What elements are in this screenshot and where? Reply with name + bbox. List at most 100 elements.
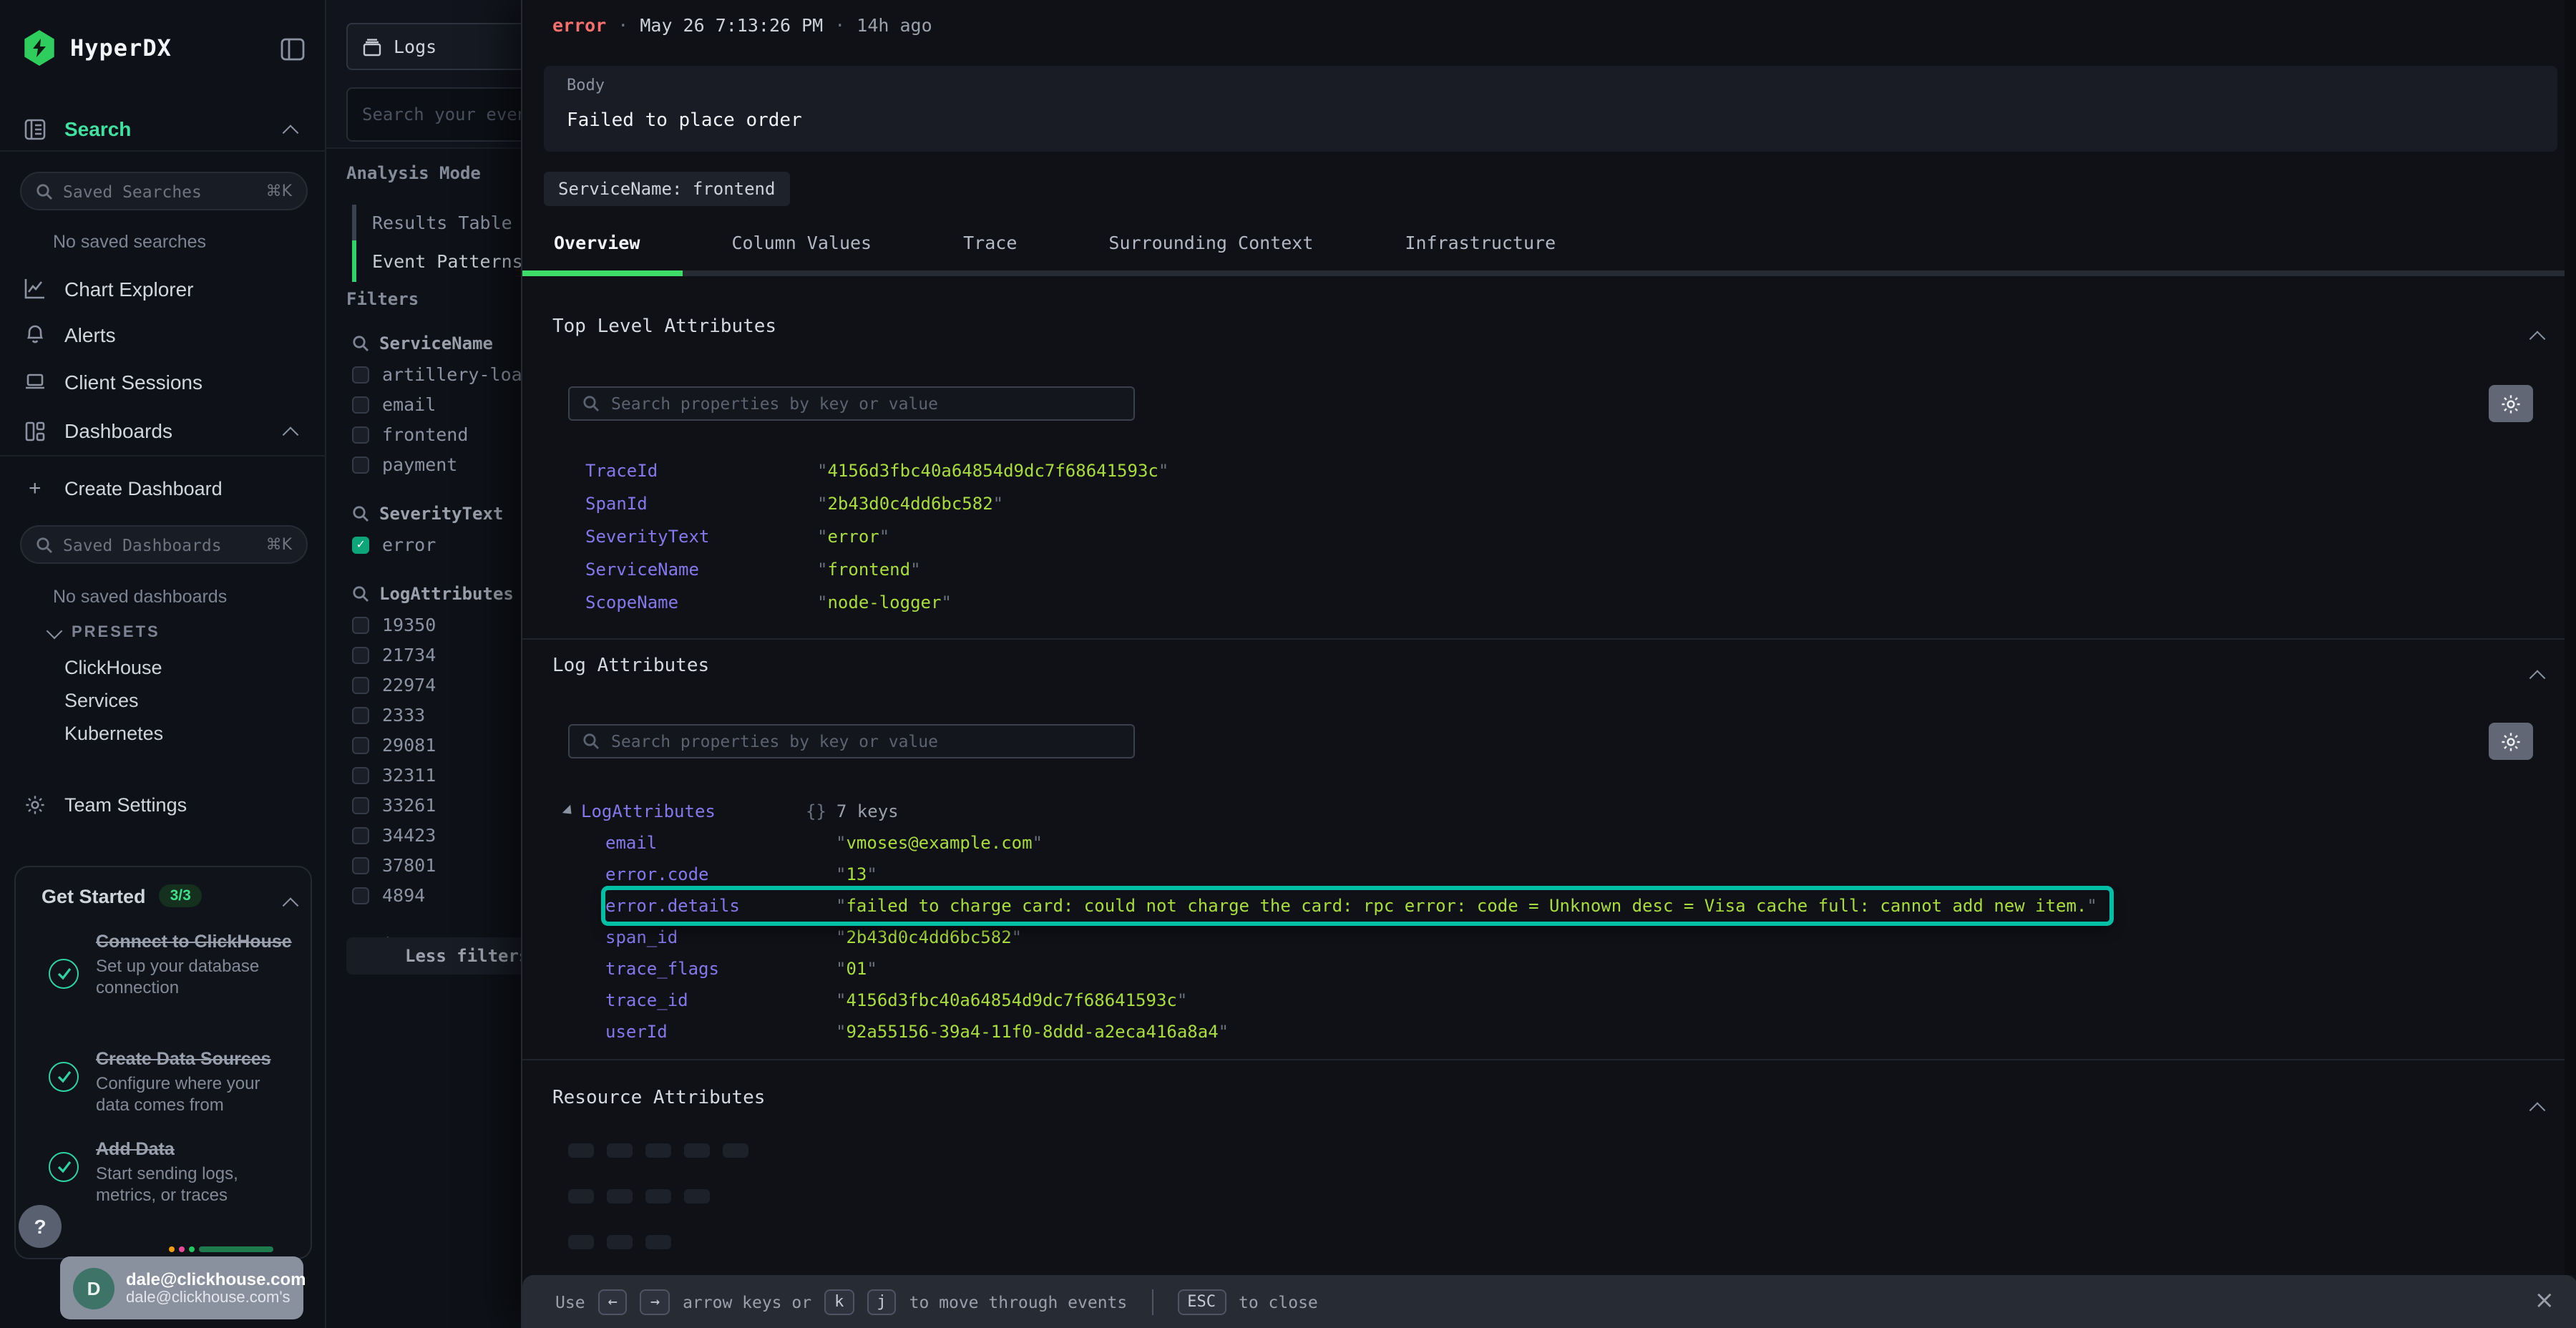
resource-tag[interactable] [684,1189,710,1204]
checkbox-unchecked[interactable] [352,796,369,814]
tab[interactable]: Trace [932,215,1048,270]
preset-services[interactable]: Services [64,690,139,711]
event-header: error · May 26 7:13:26 PM · 14h ago [552,14,932,36]
attribute-row[interactable]: SpanId "2b43d0c4dd6bc582" [585,487,2546,519]
attribute-row[interactable]: span_id "2b43d0c4dd6bc582" [605,922,2109,953]
user-menu[interactable]: D dale@clickhouse.com dale@clickhouse.co… [60,1256,303,1319]
collapse-section-icon[interactable] [2532,319,2543,346]
shortcut-hint: ⌘K [266,182,292,200]
tab[interactable]: Column Values [700,215,903,270]
saved-dashboards-field[interactable] [63,534,256,555]
resource-tag[interactable] [645,1235,671,1249]
attribute-row[interactable]: trace_id "4156d3fbc40a64854d9dc7f6864159… [605,985,2109,1016]
attribute-row[interactable]: email "vmoses@example.com" [605,827,2109,859]
dashboards-icon [24,420,46,441]
checkbox-unchecked[interactable] [352,887,369,904]
divider [0,150,326,152]
attribute-row[interactable]: userId "92a55156-39a4-11f0-8ddd-a2eca416… [605,1016,2109,1048]
collapse-section-icon[interactable] [2532,1090,2543,1118]
attribute-row[interactable]: error.code "13" [605,859,2109,890]
checkbox-unchecked[interactable] [352,826,369,844]
user-sub-text: dale@clickhouse.com's [126,1289,306,1307]
section-title-log-attributes: Log Attributes [552,655,709,677]
resource-tag[interactable] [684,1143,710,1158]
checkbox-unchecked[interactable] [352,616,369,633]
checkbox-unchecked[interactable] [352,456,369,473]
mode-event-patterns[interactable]: Event Patterns [352,240,521,282]
resource-tag[interactable] [607,1143,633,1158]
preset-kubernetes[interactable]: Kubernetes [64,723,163,744]
drawer-footer: Use ← → arrow keys or k j to move throug… [522,1275,2576,1328]
saved-searches-input[interactable]: ⌘K [20,172,308,210]
chevron-up-icon[interactable] [283,125,299,141]
resource-tag[interactable] [568,1143,594,1158]
saved-dashboards-input[interactable]: ⌘K [20,525,308,564]
tab[interactable]: Surrounding Context [1077,215,1345,270]
column-settings-button[interactable] [2489,385,2533,422]
scrollbar[interactable] [2565,0,2576,1275]
resource-tag[interactable] [723,1143,748,1158]
check-circle-icon [49,1152,79,1182]
sidebar-section-search[interactable]: Search [0,113,326,145]
resource-tag[interactable] [645,1143,671,1158]
checkbox-unchecked[interactable] [352,736,369,753]
key-arrow-right: → [640,1289,670,1314]
tab[interactable]: Overview [522,215,671,270]
collapse-section-icon[interactable] [2532,658,2543,685]
help-button[interactable]: ? [19,1205,62,1248]
gear-icon [2500,393,2522,414]
resource-tag[interactable] [568,1189,594,1204]
search-icon [582,395,600,412]
section-title-resource-attributes: Resource Attributes [552,1088,765,1109]
sidebar-item-chart-explorer[interactable]: Chart Explorer [0,273,326,308]
top-level-search-field[interactable] [611,394,1121,414]
sidebar-item-team-settings[interactable]: Team Settings [0,790,326,824]
section-title-top-level: Top Level Attributes [552,316,776,338]
top-level-rows: TraceId "4156d3fbc40a64854d9dc7f68641593… [585,454,2546,618]
attribute-row[interactable]: error.details "failed to charge card: co… [605,890,2109,922]
column-settings-button[interactable] [2489,723,2533,760]
service-name-tag[interactable]: ServiceName: frontend [544,172,789,206]
sidebar-item-client-sessions[interactable]: Client Sessions [0,366,326,401]
resource-tag[interactable] [607,1189,633,1204]
mode-results-table[interactable]: Results Table [352,205,521,240]
checkbox-unchecked[interactable] [352,646,369,663]
attribute-row[interactable]: SeverityText "error" [585,519,2546,552]
presets-toggle[interactable]: PRESETS [49,624,160,641]
resource-tag[interactable] [607,1235,633,1249]
checkbox-unchecked[interactable] [352,366,369,383]
resource-tag[interactable] [645,1189,671,1204]
body-label: Body [567,76,605,94]
attribute-row[interactable]: ServiceName "frontend" [585,552,2546,585]
attribute-row[interactable]: trace_flags "01" [605,953,2109,985]
checkbox-unchecked[interactable] [352,706,369,723]
brand-logo: HyperDX [23,30,172,66]
log-attributes-search[interactable] [568,724,1135,758]
attribute-row[interactable]: TraceId "4156d3fbc40a64854d9dc7f68641593… [585,454,2546,487]
filters-label: Filters [346,289,419,309]
preset-clickhouse[interactable]: ClickHouse [64,657,162,678]
close-icon[interactable]: × [2534,1286,2555,1315]
check-circle-icon [49,1062,79,1092]
body-value: Failed to place order [567,110,802,132]
checkbox-unchecked[interactable] [352,766,369,783]
checkbox-unchecked[interactable] [352,856,369,874]
chevron-up-icon[interactable] [283,897,299,914]
top-level-search[interactable] [568,386,1135,421]
checkbox-checked[interactable]: ✓ [352,536,369,553]
resource-tag[interactable] [568,1235,594,1249]
log-attributes-root-row[interactable]: LogAttributes {}7 keys [565,796,899,827]
checkbox-unchecked[interactable] [352,676,369,693]
sidebar-section-dashboards[interactable]: Dashboards [0,415,326,446]
sidebar-collapse-icon[interactable] [280,37,305,62]
tab[interactable]: Infrastructure [1373,215,1587,270]
detail-content: Top Level Attributes TraceId "4156d3fbc4… [522,282,2576,1275]
chevron-up-icon[interactable] [283,426,299,443]
sidebar-item-alerts[interactable]: Alerts [0,319,326,353]
checkbox-unchecked[interactable] [352,396,369,413]
create-dashboard-button[interactable]: + Create Dashboard [0,474,326,508]
saved-searches-field[interactable] [63,181,256,201]
log-attributes-search-field[interactable] [611,731,1121,751]
attribute-row[interactable]: ScopeName "node-logger" [585,585,2546,618]
checkbox-unchecked[interactable] [352,426,369,443]
